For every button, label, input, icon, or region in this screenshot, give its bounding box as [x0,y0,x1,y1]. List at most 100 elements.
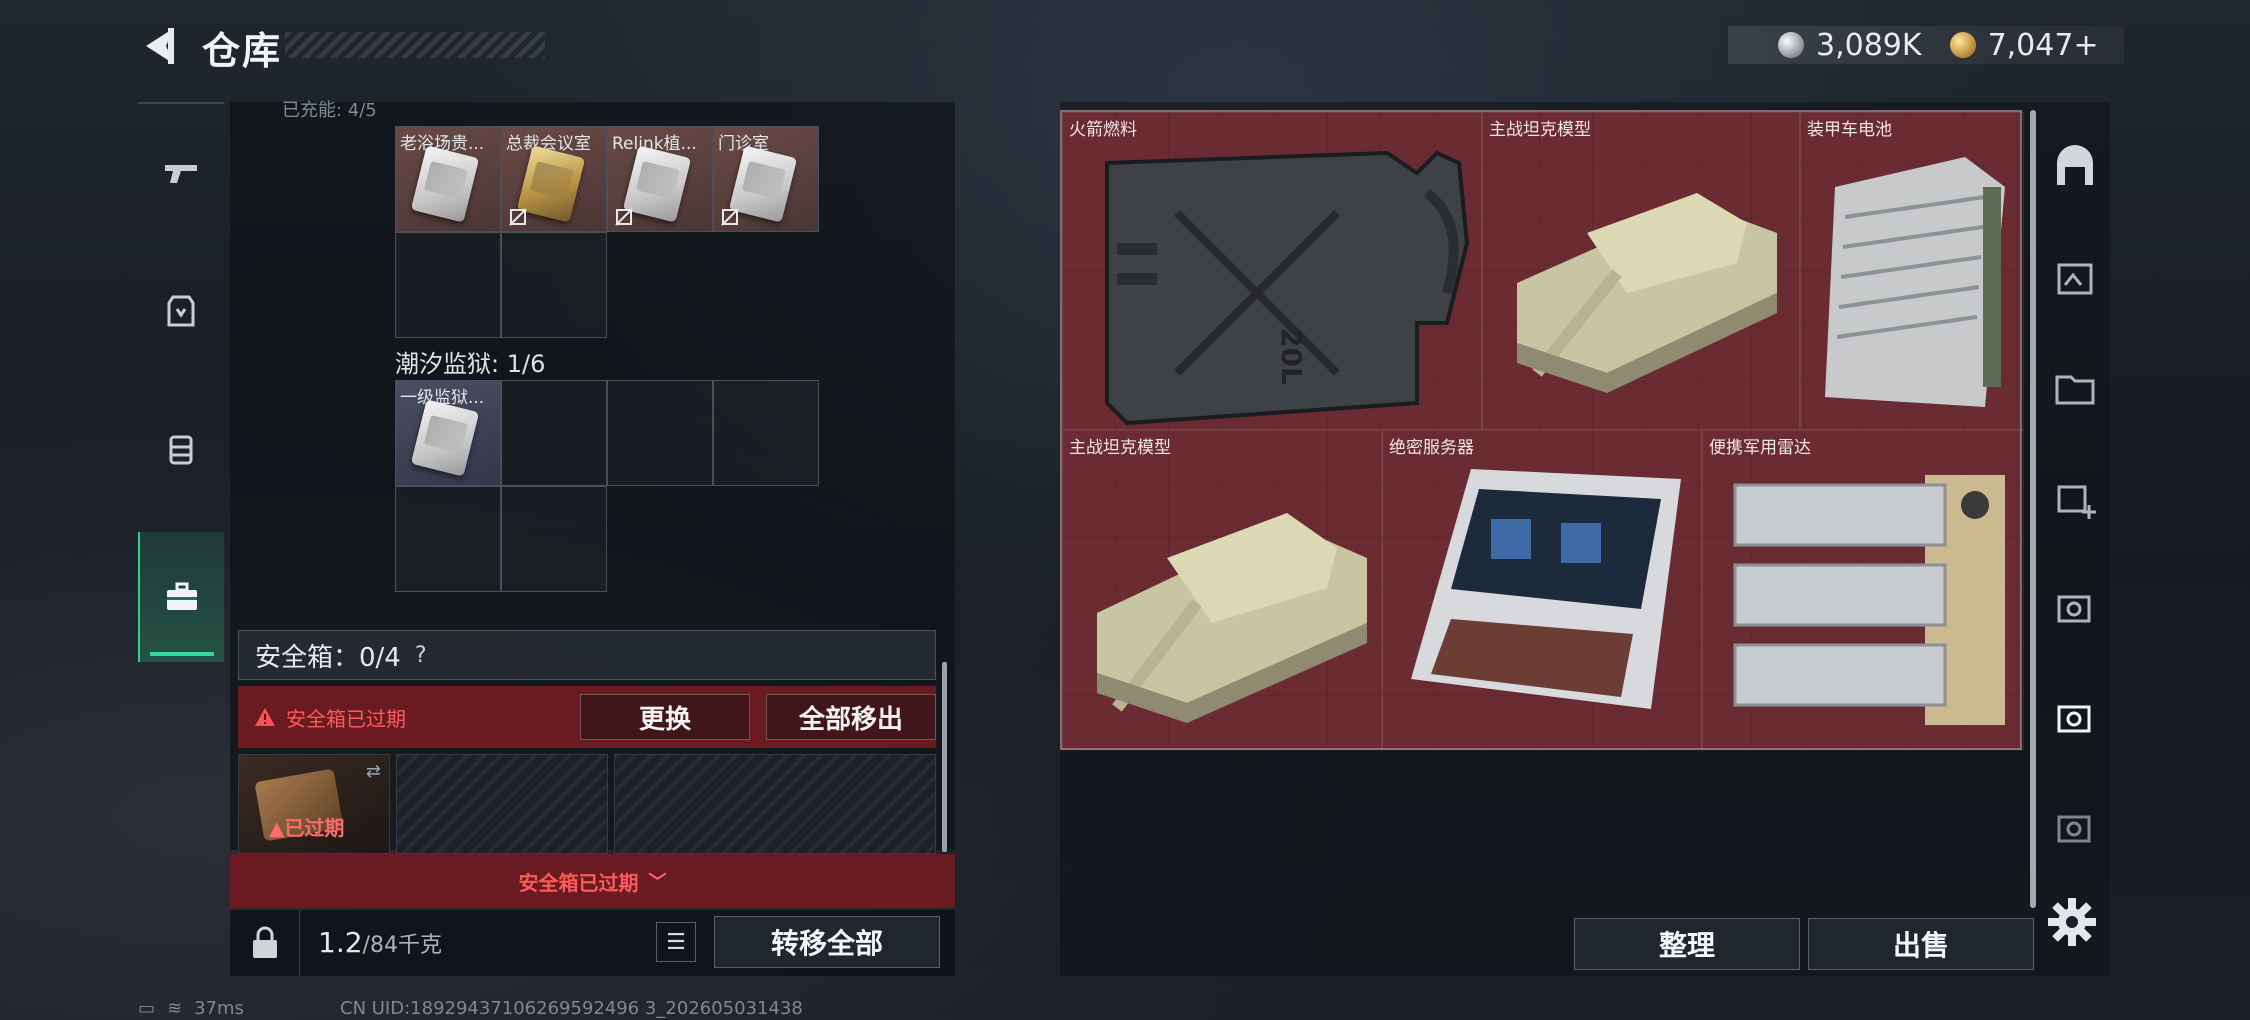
sort-button[interactable]: 整理 [1574,918,1800,970]
stash-page-add[interactable] [2040,464,2110,534]
lock-icon [252,926,277,958]
tab-backpack[interactable] [138,380,224,518]
empty-slot[interactable] [501,486,607,592]
back-arrow-icon[interactable] [138,24,180,68]
silver-coin-icon [1778,32,1804,58]
item-label: 便携军用雷达 [1709,438,1811,458]
item-secret-server[interactable]: 绝密服务器 [1382,430,1702,750]
expired-footer-text: 安全箱已过期 [518,870,639,895]
left-category-nav [138,102,224,672]
key-card-icon [410,399,480,477]
stash-page-5[interactable] [2040,794,2110,864]
left-scrollbar[interactable] [942,662,947,852]
empty-slot[interactable] [713,380,819,486]
gold-amount: 7,047+ [1987,27,2099,63]
item-apc-battery[interactable]: 装甲车电池 [1800,112,2024,430]
right-scrollbar[interactable] [2030,110,2036,908]
item-tank-model[interactable]: 主战坦克模型 [1062,430,1382,750]
stash-page-icon [2057,815,2091,843]
currency-bar[interactable]: 3,089K 7,047+ [1728,26,2124,64]
radar-icon [1733,475,2005,725]
silver-amount: 3,089K [1816,27,1922,63]
uid-text: CN UID:18929437106269592496 3_2026050314… [340,998,803,1019]
item-slot[interactable]: 老浴场贵... [395,126,501,232]
expired-footer[interactable]: 安全箱已过期 ﹀ [230,854,955,908]
swap-icon: ⇄ [365,761,381,782]
item-label: 绝密服务器 [1389,438,1474,458]
item-slot[interactable]: Relink植... [607,126,713,232]
item-label: 主战坦克模型 [1489,120,1591,140]
stash-page-1[interactable] [2040,244,2110,314]
expired-text: 安全箱已过期 [286,706,406,731]
backpack-icon [169,435,193,465]
armor-vest-icon [167,295,195,327]
tank-model-icon [1097,513,1367,723]
item-tank-model[interactable]: 主战坦克模型 [1482,112,1800,430]
stash-page-2[interactable] [2040,354,2110,424]
weight-bar: 1.2/84千克 ☰ 转移全部 [230,910,955,976]
item-label: 主战坦克模型 [1069,438,1171,458]
key-card-grid-2: 一级监狱... [395,380,819,592]
title-decoration [285,32,545,58]
active-tab-indicator [150,652,214,656]
stash-page-4-active[interactable] [2040,684,2110,754]
tank-model-icon [1517,193,1777,393]
lock-button[interactable] [230,910,300,976]
stash-page-main[interactable] [2040,134,2110,204]
jerrycan-text: 20L [1275,328,1308,385]
item-portable-radar[interactable]: 便携军用雷达 [1702,430,2024,750]
empty-slot[interactable] [501,380,607,486]
empty-slot[interactable] [395,232,501,338]
safe-box-header: 安全箱：0/4 ? [238,630,936,680]
house-shield-icon [2057,145,2093,185]
list-view-button[interactable]: ☰ [656,922,696,962]
item-rocket-fuel[interactable]: 火箭燃料 20L [1062,112,1482,430]
server-icon [1411,469,1681,709]
case-expired-label: ▲已过期 [269,816,345,840]
remove-all-button[interactable]: 全部移出 [766,694,936,740]
gold-coin-icon [1949,32,1976,58]
empty-slot[interactable] [395,486,501,592]
transfer-all-button[interactable]: 转移全部 [714,916,940,968]
replace-button[interactable]: 更换 [580,694,750,740]
folder-icon [2055,375,2095,405]
container-panel: 已充能: 4/5 老浴场贵... 总裁会议室 Relink植... 门诊室 潮汐… [230,100,955,908]
stash-page-icon [2057,705,2091,733]
status-bar: ▭ ≋ 37ms [138,998,244,1019]
item-slot[interactable]: 总裁会议室 [501,126,607,232]
stash-item-grid: 火箭燃料 20L 主战坦克模型 装甲车电池 主战坦克模型 绝密服务器 便携军用雷… [1060,110,2024,750]
help-icon[interactable]: ? [415,643,427,668]
tab-safe-box[interactable] [138,532,224,662]
key-card-icon [410,145,480,223]
item-slot[interactable]: 门诊室 [713,126,819,232]
safe-box-label: 安全箱：0/4 [255,642,401,673]
safe-box-slots: ⇄ ▲已过期 [238,754,936,854]
page-title: 仓库 [202,29,283,73]
add-page-icon [2057,485,2096,519]
safe-slot-empty[interactable] [614,754,936,854]
tab-armor[interactable] [138,242,224,380]
empty-slot[interactable] [501,232,607,338]
item-slot[interactable]: 一级监狱... [395,380,501,486]
tab-weapons[interactable] [138,104,224,242]
battery-icon: ▭ [138,998,156,1019]
stash-panel: 火箭燃料 20L 主战坦克模型 装甲车电池 主战坦克模型 绝密服务器 便携军用雷… [1060,102,2110,976]
weight-readout: 1.2/84千克 [318,926,442,959]
sell-button[interactable]: 出售 [1808,918,2034,970]
battery-icon [1825,157,2005,407]
stash-page-3[interactable] [2040,574,2110,644]
warning-icon [255,708,275,726]
empty-slot[interactable] [607,380,713,486]
ping-text: 37ms [194,998,244,1019]
no-carry-icon [721,208,739,226]
expired-safe-case[interactable]: ⇄ ▲已过期 [238,754,390,854]
item-label: 装甲车电池 [1807,120,1892,140]
key-card-grid-1: 老浴场贵... 总裁会议室 Relink植... 门诊室 [395,126,819,338]
chevron-down-icon: ﹀ [648,872,667,893]
weight-max: /84千克 [362,933,442,958]
no-carry-icon [615,208,633,226]
safe-slot-empty[interactable] [396,754,608,854]
group-title-partial: 已充能: 4/5 [282,100,377,121]
gear-icon[interactable] [2046,896,2098,948]
stash-page-icon [2057,595,2091,623]
